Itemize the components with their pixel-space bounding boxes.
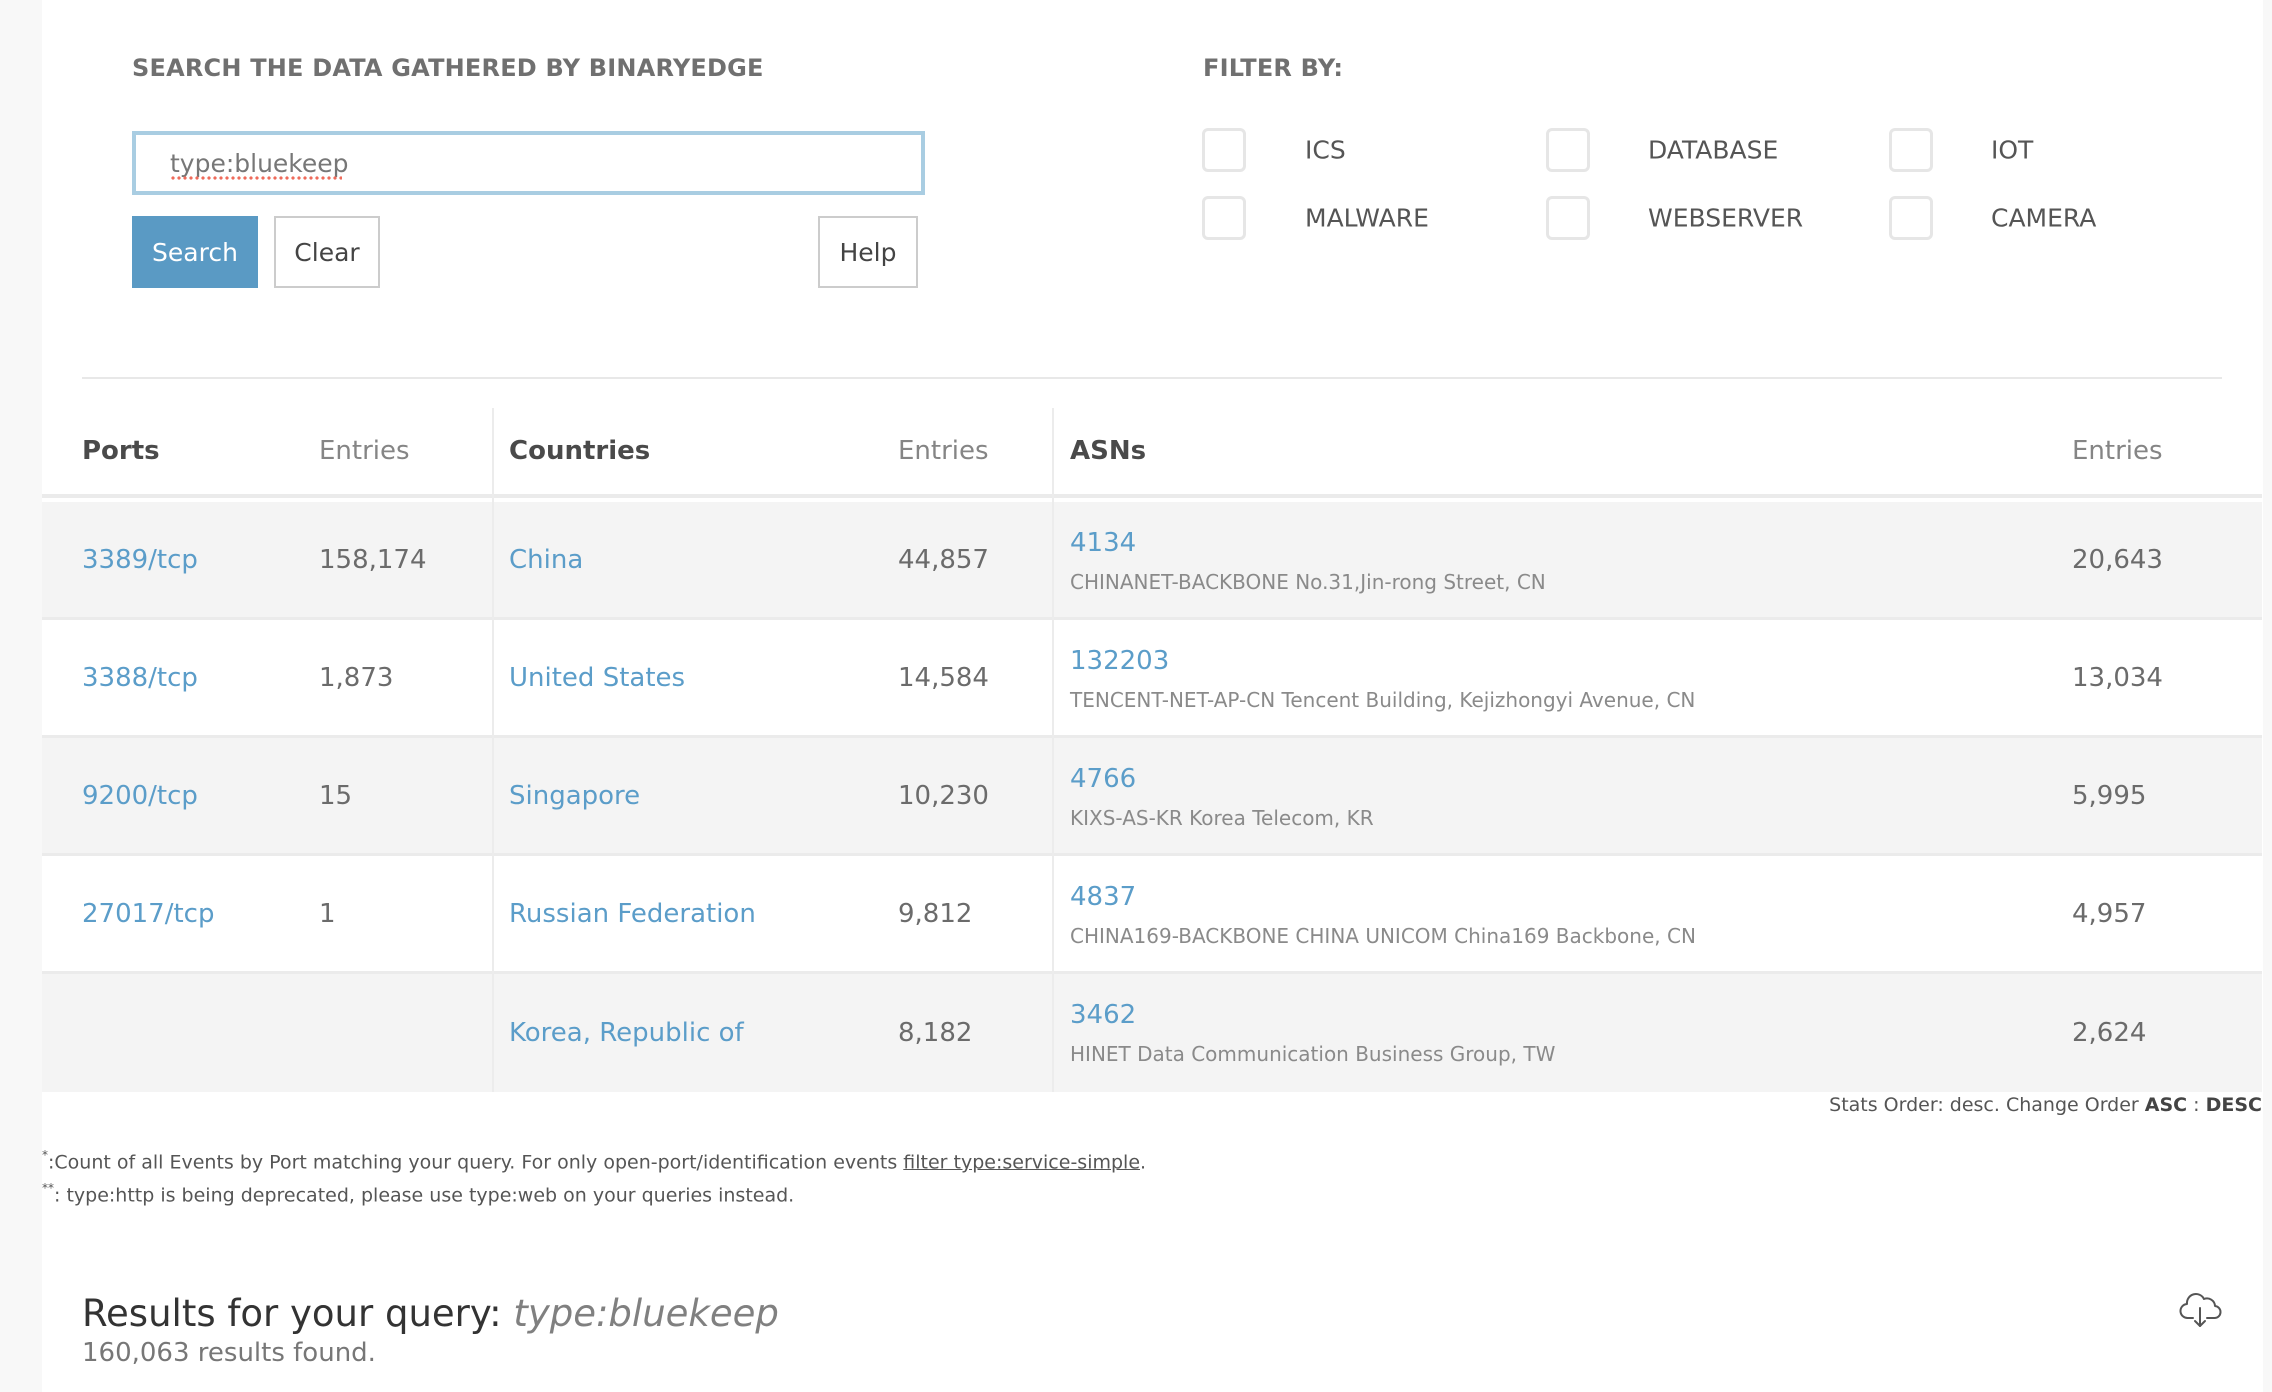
search-button[interactable]: Search	[132, 216, 258, 288]
country-entries: 10,230	[898, 780, 989, 811]
footnote-text: :Count of all Events by Port matching yo…	[48, 1151, 904, 1174]
asn-link[interactable]: 4837	[1070, 882, 1136, 912]
asn-entries: 2,624	[2072, 1018, 2147, 1048]
filter-checkbox-webserver[interactable]	[1546, 196, 1590, 240]
footnote-mark: *	[42, 1148, 48, 1162]
footnote-mark: **	[42, 1181, 54, 1195]
search-input[interactable]	[132, 131, 925, 195]
table-row: 3388/tcp 1,873 United States 14,584 1322…	[42, 620, 2262, 738]
footnote-deprecation: **: type:http is being deprecated, pleas…	[42, 1181, 795, 1207]
asn-link[interactable]: 3462	[1070, 1000, 1136, 1030]
country-entries: 44,857	[898, 544, 989, 575]
header-countries: Countries	[509, 436, 651, 466]
port-link[interactable]: 3389/tcp	[82, 545, 198, 575]
results-title: Results for your query: type:bluekeep	[82, 1292, 779, 1335]
header-asns-entries: Entries	[2072, 436, 2163, 466]
asn-name: TENCENT-NET-AP-CN Tencent Building, Keji…	[1070, 688, 1696, 712]
filter-label-iot: IOT	[1991, 135, 2034, 165]
asn-entries: 5,995	[2072, 780, 2147, 811]
port-link[interactable]: 3388/tcp	[82, 663, 198, 693]
section-divider	[82, 377, 2222, 379]
filter-label-ics: ICS	[1305, 135, 1346, 165]
filter-checkbox-ics[interactable]	[1202, 128, 1246, 172]
search-heading: SEARCH THE DATA GATHERED BY BINARYEDGE	[132, 54, 764, 82]
country-link[interactable]: Singapore	[509, 781, 640, 811]
filter-service-simple-link[interactable]: filter type:service-simple	[903, 1151, 1140, 1173]
asn-name: CHINA169-BACKBONE CHINA UNICOM China169 …	[1070, 924, 1696, 948]
table-row: 9200/tcp 15 Singapore 10,230 4766 KIXS-A…	[42, 738, 2262, 856]
port-entries: 15	[319, 780, 353, 811]
asn-entries: 4,957	[2072, 898, 2147, 929]
filter-label-webserver: WEBSERVER	[1648, 203, 1804, 233]
table-row: 3389/tcp 158,174 China 44,857 4134 CHINA…	[42, 502, 2262, 620]
country-entries: 14,584	[898, 662, 989, 693]
filter-label-malware: MALWARE	[1305, 203, 1429, 233]
column-separator	[492, 408, 494, 1092]
asn-entries: 13,034	[2072, 662, 2163, 693]
footnote-count: *:Count of all Events by Port matching y…	[42, 1148, 1147, 1174]
asn-name: HINET Data Communication Business Group,…	[1070, 1042, 1556, 1066]
country-link[interactable]: United States	[509, 663, 685, 693]
spellcheck-underline	[170, 176, 342, 180]
header-countries-entries: Entries	[898, 436, 989, 466]
order-desc-link[interactable]: DESC	[2206, 1094, 2262, 1116]
asn-name: CHINANET-BACKBONE No.31,Jin-rong Street,…	[1070, 570, 1546, 594]
order-separator: :	[2187, 1094, 2206, 1116]
asn-name: KIXS-AS-KR Korea Telecom, KR	[1070, 806, 1374, 830]
port-entries: 1,873	[319, 662, 394, 693]
filter-checkbox-malware[interactable]	[1202, 196, 1246, 240]
clear-button[interactable]: Clear	[274, 216, 380, 288]
header-ports-entries: Entries	[319, 436, 410, 466]
port-entries: 158,174	[319, 544, 427, 575]
cloud-download-icon[interactable]	[2178, 1288, 2224, 1334]
filter-checkbox-iot[interactable]	[1889, 128, 1933, 172]
asn-link[interactable]: 132203	[1070, 646, 1169, 676]
country-link[interactable]: Korea, Republic of	[509, 1018, 744, 1048]
table-row: Korea, Republic of 8,182 3462 HINET Data…	[42, 974, 2262, 1092]
asn-entries: 20,643	[2072, 544, 2163, 575]
asn-link[interactable]: 4766	[1070, 764, 1136, 794]
help-button[interactable]: Help	[818, 216, 918, 288]
footnote-text: : type:http is being deprecated, please …	[54, 1184, 795, 1207]
stats-order: Stats Order: desc. Change Order ASC : DE…	[1829, 1094, 2262, 1116]
filter-checkbox-camera[interactable]	[1889, 196, 1933, 240]
filter-label-camera: CAMERA	[1991, 203, 2097, 233]
table-header: Ports Entries Countries Entries ASNs Ent…	[42, 408, 2262, 498]
asn-link[interactable]: 4134	[1070, 528, 1136, 558]
header-ports: Ports	[82, 436, 160, 466]
port-entries: 1	[319, 898, 336, 929]
port-link[interactable]: 9200/tcp	[82, 781, 198, 811]
country-entries: 8,182	[898, 1018, 973, 1048]
country-link[interactable]: Russian Federation	[509, 899, 756, 929]
table-row: 27017/tcp 1 Russian Federation 9,812 483…	[42, 856, 2262, 974]
footnote-period: .	[1140, 1151, 1147, 1174]
port-link[interactable]: 27017/tcp	[82, 899, 214, 929]
column-separator	[1052, 408, 1054, 1092]
filter-label-database: DATABASE	[1648, 135, 1779, 165]
country-entries: 9,812	[898, 898, 973, 929]
header-asns: ASNs	[1070, 436, 1147, 466]
order-asc-link[interactable]: ASC	[2145, 1094, 2187, 1116]
country-link[interactable]: China	[509, 545, 583, 575]
filter-heading: FILTER BY:	[1203, 54, 1344, 82]
results-count: 160,063 results found.	[82, 1338, 376, 1368]
results-title-prefix: Results for your query:	[82, 1292, 514, 1335]
results-query: type:bluekeep	[513, 1292, 779, 1335]
filter-checkbox-database[interactable]	[1546, 128, 1590, 172]
stats-order-text: Stats Order: desc. Change Order	[1829, 1094, 2145, 1116]
